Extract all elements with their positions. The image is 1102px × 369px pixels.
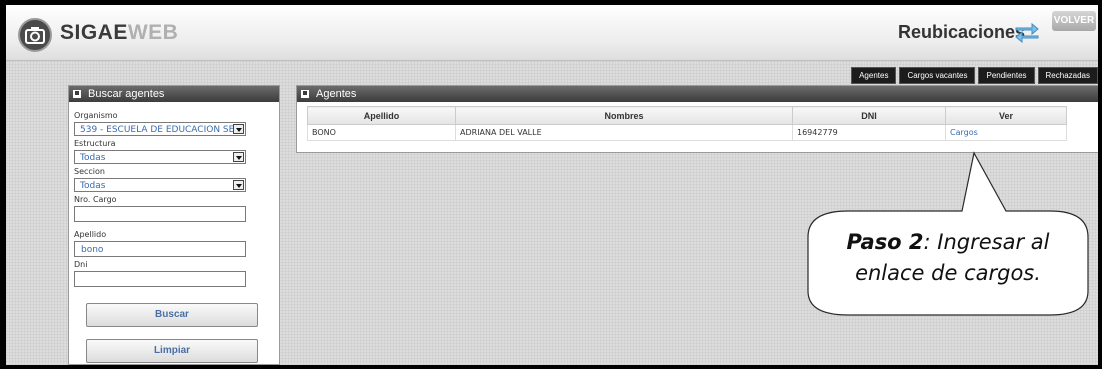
callout-step: Paso 2: [846, 230, 924, 254]
app-window: SIGAEWEB Reubicaciones VOLVER Agentes Ca…: [6, 5, 1098, 365]
callout-text: Paso 2: Ingresar al enlace de cargos.: [818, 227, 1078, 289]
speech-bubble: [807, 151, 1089, 316]
